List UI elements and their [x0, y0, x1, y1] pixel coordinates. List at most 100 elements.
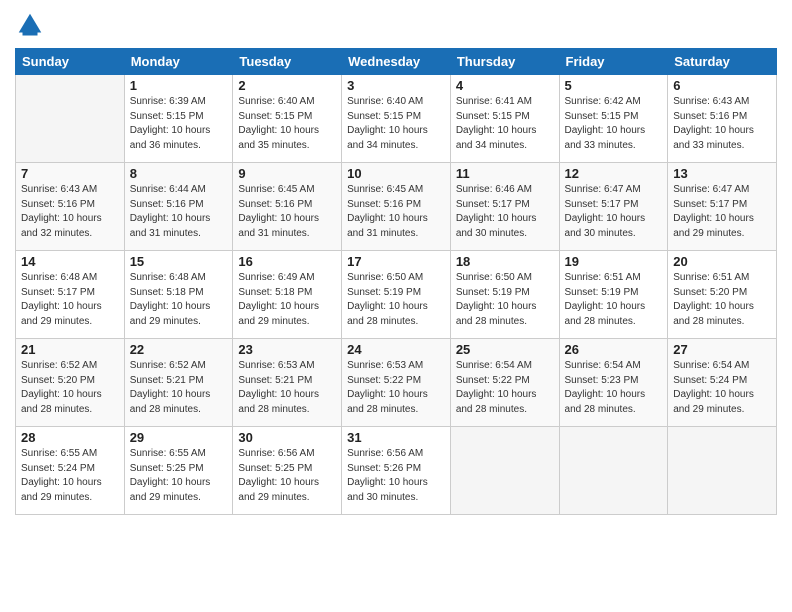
day-cell: 25 Sunrise: 6:54 AMSunset: 5:22 PMDayligh… — [450, 339, 559, 427]
day-info: Sunrise: 6:51 AMSunset: 5:20 PMDaylight:… — [673, 271, 771, 329]
day-cell: 13Sunrise: 6:47 AMSunset: 5:17 PMDayligh… — [668, 163, 777, 251]
day-info: Sunrise: 6:50 AMSunset: 5:19 PMDaylight:… — [456, 271, 554, 329]
day-cell: 14Sunrise: 6:48 AMSunset: 5:17 PMDayligh… — [16, 251, 125, 339]
weekday-header-thursday: Thursday — [450, 49, 559, 75]
day-cell: 2 Sunrise: 6:40 AMSunset: 5:15 PMDaylight… — [233, 75, 342, 163]
weekday-header-monday: Monday — [124, 49, 233, 75]
day-number: 21 — [21, 342, 119, 357]
day-info: Sunrise: 6:49 AMSunset: 5:18 PMDaylight:… — [238, 271, 336, 329]
week-row-4: 21 Sunrise: 6:52 AMSunset: 5:20 PMDayligh… — [16, 339, 777, 427]
day-info: Sunrise: 6:51 AMSunset: 5:19 PMDaylight:… — [565, 271, 663, 329]
day-number: 9 — [238, 166, 336, 181]
day-cell: 6 Sunrise: 6:43 AMSunset: 5:16 PMDaylight… — [668, 75, 777, 163]
day-info: Sunrise: 6:52 AMSunset: 5:21 PMDaylight:… — [130, 359, 228, 417]
day-info: Sunrise: 6:54 AMSunset: 5:24 PMDaylight:… — [673, 359, 771, 417]
week-row-1: 1Sunrise: 6:39 AMSunset: 5:15 PMDaylight… — [16, 75, 777, 163]
day-info: Sunrise: 6:55 AMSunset: 5:25 PMDaylight:… — [130, 447, 228, 505]
day-number: 5 — [565, 78, 663, 93]
weekday-header-wednesday: Wednesday — [342, 49, 451, 75]
day-cell: 20 Sunrise: 6:51 AMSunset: 5:20 PMDayligh… — [668, 251, 777, 339]
day-number: 25 — [456, 342, 554, 357]
day-cell: 15Sunrise: 6:48 AMSunset: 5:18 PMDayligh… — [124, 251, 233, 339]
day-cell: 28 Sunrise: 6:55 AMSunset: 5:24 PMDayligh… — [16, 427, 125, 515]
day-info: Sunrise: 6:40 AMSunset: 5:15 PMDaylight:… — [347, 95, 445, 153]
day-cell: 18Sunrise: 6:50 AMSunset: 5:19 PMDayligh… — [450, 251, 559, 339]
day-cell — [450, 427, 559, 515]
day-info: Sunrise: 6:53 AMSunset: 5:21 PMDaylight:… — [238, 359, 336, 417]
day-cell: 16Sunrise: 6:49 AMSunset: 5:18 PMDayligh… — [233, 251, 342, 339]
day-cell: 11 Sunrise: 6:46 AMSunset: 5:17 PMDayligh… — [450, 163, 559, 251]
day-number: 3 — [347, 78, 445, 93]
day-info: Sunrise: 6:48 AMSunset: 5:18 PMDaylight:… — [130, 271, 228, 329]
day-number: 4 — [456, 78, 554, 93]
day-number: 29 — [130, 430, 228, 445]
day-cell — [559, 427, 668, 515]
day-number: 19 — [565, 254, 663, 269]
day-cell: 30 Sunrise: 6:56 AMSunset: 5:25 PMDayligh… — [233, 427, 342, 515]
day-cell: 29 Sunrise: 6:55 AMSunset: 5:25 PMDayligh… — [124, 427, 233, 515]
day-info: Sunrise: 6:45 AMSunset: 5:16 PMDaylight:… — [347, 183, 445, 241]
day-cell: 1Sunrise: 6:39 AMSunset: 5:15 PMDaylight… — [124, 75, 233, 163]
day-cell: 10 Sunrise: 6:45 AMSunset: 5:16 PMDayligh… — [342, 163, 451, 251]
page: SundayMondayTuesdayWednesdayThursdayFrid… — [0, 0, 792, 612]
weekday-header-row: SundayMondayTuesdayWednesdayThursdayFrid… — [16, 49, 777, 75]
header — [15, 10, 777, 40]
day-cell: 4 Sunrise: 6:41 AMSunset: 5:15 PMDaylight… — [450, 75, 559, 163]
day-info: Sunrise: 6:46 AMSunset: 5:17 PMDaylight:… — [456, 183, 554, 241]
week-row-5: 28 Sunrise: 6:55 AMSunset: 5:24 PMDayligh… — [16, 427, 777, 515]
weekday-header-tuesday: Tuesday — [233, 49, 342, 75]
weekday-header-sunday: Sunday — [16, 49, 125, 75]
calendar-table: SundayMondayTuesdayWednesdayThursdayFrid… — [15, 48, 777, 515]
day-number: 10 — [347, 166, 445, 181]
day-number: 11 — [456, 166, 554, 181]
day-number: 12 — [565, 166, 663, 181]
day-info: Sunrise: 6:53 AMSunset: 5:22 PMDaylight:… — [347, 359, 445, 417]
day-number: 8 — [130, 166, 228, 181]
day-info: Sunrise: 6:45 AMSunset: 5:16 PMDaylight:… — [238, 183, 336, 241]
day-number: 17 — [347, 254, 445, 269]
day-info: Sunrise: 6:42 AMSunset: 5:15 PMDaylight:… — [565, 95, 663, 153]
day-cell: 7 Sunrise: 6:43 AMSunset: 5:16 PMDaylight… — [16, 163, 125, 251]
day-number: 14 — [21, 254, 119, 269]
day-cell: 31 Sunrise: 6:56 AMSunset: 5:26 PMDayligh… — [342, 427, 451, 515]
day-cell: 9 Sunrise: 6:45 AMSunset: 5:16 PMDaylight… — [233, 163, 342, 251]
logo — [15, 10, 49, 40]
day-cell: 12Sunrise: 6:47 AMSunset: 5:17 PMDayligh… — [559, 163, 668, 251]
week-row-3: 14Sunrise: 6:48 AMSunset: 5:17 PMDayligh… — [16, 251, 777, 339]
day-info: Sunrise: 6:39 AMSunset: 5:15 PMDaylight:… — [130, 95, 228, 153]
day-cell: 26Sunrise: 6:54 AMSunset: 5:23 PMDayligh… — [559, 339, 668, 427]
day-info: Sunrise: 6:40 AMSunset: 5:15 PMDaylight:… — [238, 95, 336, 153]
day-info: Sunrise: 6:56 AMSunset: 5:25 PMDaylight:… — [238, 447, 336, 505]
day-cell: 17Sunrise: 6:50 AMSunset: 5:19 PMDayligh… — [342, 251, 451, 339]
day-cell: 22 Sunrise: 6:52 AMSunset: 5:21 PMDayligh… — [124, 339, 233, 427]
day-info: Sunrise: 6:56 AMSunset: 5:26 PMDaylight:… — [347, 447, 445, 505]
day-number: 7 — [21, 166, 119, 181]
day-info: Sunrise: 6:43 AMSunset: 5:16 PMDaylight:… — [21, 183, 119, 241]
week-row-2: 7 Sunrise: 6:43 AMSunset: 5:16 PMDaylight… — [16, 163, 777, 251]
day-info: Sunrise: 6:54 AMSunset: 5:23 PMDaylight:… — [565, 359, 663, 417]
day-cell: 21 Sunrise: 6:52 AMSunset: 5:20 PMDayligh… — [16, 339, 125, 427]
day-info: Sunrise: 6:41 AMSunset: 5:15 PMDaylight:… — [456, 95, 554, 153]
day-cell: 3 Sunrise: 6:40 AMSunset: 5:15 PMDaylight… — [342, 75, 451, 163]
day-info: Sunrise: 6:54 AMSunset: 5:22 PMDaylight:… — [456, 359, 554, 417]
day-cell: 27 Sunrise: 6:54 AMSunset: 5:24 PMDayligh… — [668, 339, 777, 427]
day-number: 30 — [238, 430, 336, 445]
day-number: 22 — [130, 342, 228, 357]
day-number: 31 — [347, 430, 445, 445]
weekday-header-friday: Friday — [559, 49, 668, 75]
day-number: 20 — [673, 254, 771, 269]
logo-icon — [15, 10, 45, 40]
weekday-header-saturday: Saturday — [668, 49, 777, 75]
day-info: Sunrise: 6:43 AMSunset: 5:16 PMDaylight:… — [673, 95, 771, 153]
day-cell: 8 Sunrise: 6:44 AMSunset: 5:16 PMDaylight… — [124, 163, 233, 251]
day-info: Sunrise: 6:44 AMSunset: 5:16 PMDaylight:… — [130, 183, 228, 241]
day-number: 24 — [347, 342, 445, 357]
day-info: Sunrise: 6:52 AMSunset: 5:20 PMDaylight:… — [21, 359, 119, 417]
day-cell: 19 Sunrise: 6:51 AMSunset: 5:19 PMDayligh… — [559, 251, 668, 339]
day-number: 6 — [673, 78, 771, 93]
day-number: 2 — [238, 78, 336, 93]
day-info: Sunrise: 6:55 AMSunset: 5:24 PMDaylight:… — [21, 447, 119, 505]
day-info: Sunrise: 6:47 AMSunset: 5:17 PMDaylight:… — [673, 183, 771, 241]
day-number: 28 — [21, 430, 119, 445]
day-number: 27 — [673, 342, 771, 357]
